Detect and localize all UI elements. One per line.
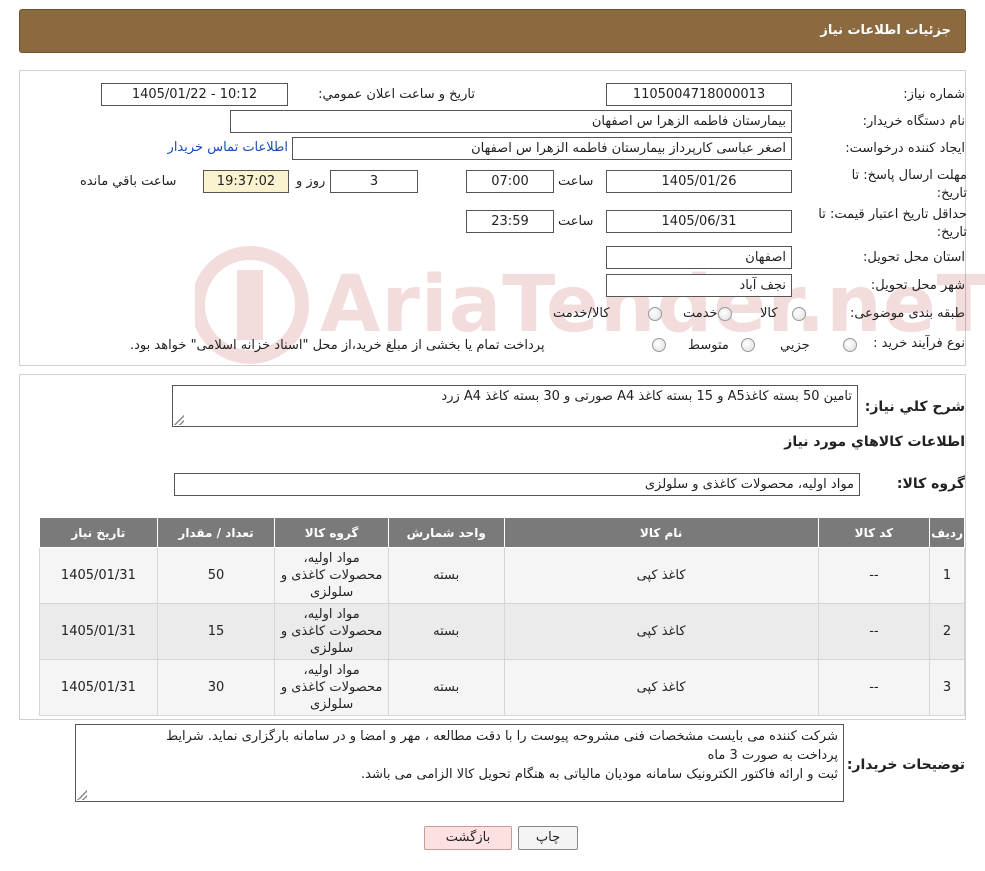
price-validity-label: حداقل تاریخ اعتبار قیمت: تا تاریخ: [818, 207, 967, 240]
items-table: ردیف کد کالا نام کالا واحد شمارش گروه کا… [39, 517, 965, 716]
need-number-label: شماره نیاز: [903, 87, 965, 102]
col-header-date: تاریخ نیاز [39, 517, 158, 548]
cell-qty: 50 [156, 547, 276, 604]
goods-group-field: مواد اولیه، محصولات کاغذی و سلولزی [174, 473, 860, 496]
buyer-notes-line-1: شرکت کننده می بایست مشخصات فنی مشروحه پی… [166, 729, 838, 744]
buyer-notes-resize-grip[interactable] [77, 790, 87, 800]
cell-code: -- [817, 547, 931, 604]
cell-row-number: 1 [929, 547, 965, 604]
cell-unit: بسته [387, 659, 505, 716]
announce-datetime-field: 1405/01/22 - 10:12 [101, 83, 288, 106]
province-field: اصفهان [606, 246, 792, 269]
table-row: 1 -- کاغذ کپی بسته مواد اولیه، محصولات ک… [39, 547, 965, 604]
city-field: نجف آباد [606, 274, 792, 297]
cell-name: کاغذ کپی [503, 659, 819, 716]
cell-unit: بسته [387, 603, 505, 660]
announce-datetime-label: تاریخ و ساعت اعلان عمومي: [318, 87, 475, 102]
buyer-notes-label: توضیحات خریدار: [846, 757, 965, 773]
requester-label: ایجاد کننده درخواست: [845, 141, 965, 156]
items-table-container: ردیف کد کالا نام کالا واحد شمارش گروه کا… [39, 517, 965, 716]
description-text: تامین 50 بسته کاغذA5 و 15 بسته کاغذ A4 ص… [441, 389, 852, 404]
remaining-time-field: 19:37:02 [203, 170, 289, 193]
table-row: 3 -- کاغذ کپی بسته مواد اولیه، محصولات ک… [39, 659, 965, 716]
cell-date: 1405/01/31 [39, 547, 158, 604]
category-goods-label: کالا [760, 306, 778, 321]
category-service-radio[interactable] [718, 307, 732, 321]
province-label: استان محل تحویل: [863, 250, 965, 265]
back-button[interactable]: بازگشت [424, 826, 512, 850]
col-header-group: گروه کالا [274, 517, 389, 548]
cell-code: -- [817, 659, 931, 716]
goods-group-label: گروه کالا: [896, 476, 965, 492]
cell-group: مواد اولیه، محصولات کاغذی و سلولزی [274, 659, 389, 716]
cell-name: کاغذ کپی [503, 547, 819, 604]
process-medium-radio[interactable] [741, 338, 755, 352]
col-header-row-number: ردیف [929, 517, 965, 548]
category-label: طبقه بندی موضوعی: [849, 306, 965, 321]
price-validity-time-label: ساعت [558, 214, 594, 229]
page-title: جزئیات اطلاعات نیاز [820, 23, 951, 38]
price-validity-date: 1405/06/31 [606, 210, 792, 233]
reply-deadline-label: مهلت ارسال پاسخ: تا تاریخ: [851, 168, 967, 201]
cell-date: 1405/01/31 [39, 659, 158, 716]
reply-days-label: روز و [296, 174, 326, 189]
reply-time-label: ساعت [558, 174, 594, 189]
city-label: شهر محل تحویل: [870, 278, 965, 293]
col-header-code: کد کالا [817, 517, 931, 548]
cell-row-number: 3 [929, 659, 965, 716]
treasury-note: پرداخت تمام یا بخشی از مبلغ خرید،از محل … [130, 338, 545, 353]
process-partial-radio[interactable] [843, 338, 857, 352]
cell-group: مواد اولیه، محصولات کاغذی و سلولزی [274, 547, 389, 604]
buyer-org-label: نام دستگاه خریدار: [862, 114, 965, 129]
buyer-contact-link[interactable]: اطلاعات تماس خریدار [154, 140, 288, 155]
reply-days-field: 3 [330, 170, 418, 193]
remaining-time-label: ساعت باقي مانده [80, 174, 177, 189]
goods-info-title: اطلاعات کالاهاي مورد نیاز [784, 434, 965, 450]
reply-deadline-time: 07:00 [466, 170, 554, 193]
col-header-unit: واحد شمارش [387, 517, 505, 548]
category-goods-radio[interactable] [792, 307, 806, 321]
description-label: شرح کلي نیاز: [864, 399, 965, 415]
price-validity-time: 23:59 [466, 210, 554, 233]
cell-qty: 30 [156, 659, 276, 716]
description-resize-grip[interactable] [174, 415, 184, 425]
reply-deadline-date: 1405/01/26 [606, 170, 792, 193]
requester-field: اصغر عباسی کارپرداز بیمارستان فاطمه الزه… [292, 137, 792, 160]
table-header-row: ردیف کد کالا نام کالا واحد شمارش گروه کا… [39, 517, 965, 548]
cell-code: -- [817, 603, 931, 660]
buyer-org-field: بیمارستان فاطمه الزهرا س اصفهان [230, 110, 792, 133]
process-medium-label: متوسط [688, 338, 729, 353]
cell-name: کاغذ کپی [503, 603, 819, 660]
description-field: تامین 50 بسته کاغذA5 و 15 بسته کاغذ A4 ص… [172, 385, 858, 427]
col-header-name: نام کالا [503, 517, 819, 548]
buyer-notes-line-3: ثبت و ارائه فاکتور الکترونیک سامانه مودی… [361, 767, 838, 782]
page-header: جزئیات اطلاعات نیاز [19, 9, 966, 53]
process-type-label: نوع فرآیند خرید : [873, 336, 965, 351]
need-number-field: 1105004718000013 [606, 83, 792, 106]
category-goods-service-radio[interactable] [648, 307, 662, 321]
category-goods-service-label: کالا/خدمت [553, 306, 610, 321]
cell-row-number: 2 [929, 603, 965, 660]
print-button[interactable]: چاپ [518, 826, 578, 850]
buyer-notes-field: شرکت کننده می بایست مشخصات فنی مشروحه پی… [75, 724, 844, 802]
process-partial-label: جزیي [780, 338, 810, 353]
cell-group: مواد اولیه، محصولات کاغذی و سلولزی [274, 603, 389, 660]
table-row: 2 -- کاغذ کپی بسته مواد اولیه، محصولات ک… [39, 603, 965, 660]
cell-date: 1405/01/31 [39, 603, 158, 660]
buyer-notes-line-2: پرداخت به صورت 3 ماه [707, 748, 838, 763]
treasury-payment-checkbox[interactable] [652, 338, 666, 352]
category-service-label: خدمت [683, 306, 718, 321]
cell-qty: 15 [156, 603, 276, 660]
col-header-qty: تعداد / مقدار [156, 517, 276, 548]
cell-unit: بسته [387, 547, 505, 604]
